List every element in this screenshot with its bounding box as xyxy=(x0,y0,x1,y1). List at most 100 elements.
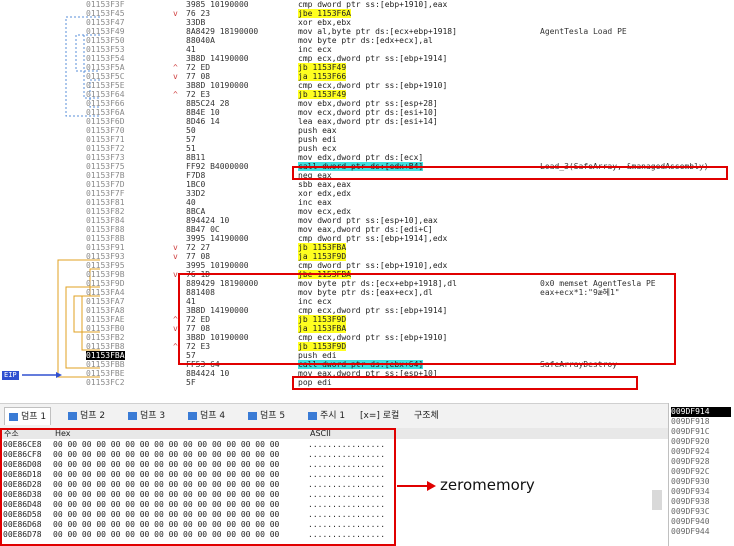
disasm-row[interactable]: 01153F91 v 72 27 jb 1153FBA xyxy=(0,243,734,252)
tab-7[interactable]: [x=] 로컬 xyxy=(356,407,403,425)
instruction-bytes: 33DB xyxy=(186,18,206,27)
disasm-row[interactable]: 01153F88 8B47 0C mov eax,dword ptr ds:[edi… xyxy=(0,225,734,234)
stack-address[interactable]: 009DF938 xyxy=(671,497,731,507)
disasm-row[interactable]: 01153F50 88040A mov byte ptr ds:[edx+ecx],… xyxy=(0,36,734,45)
instruction-bytes: 8D46 14 xyxy=(186,117,220,126)
stack-address[interactable]: 009DF928 xyxy=(671,457,731,467)
stack-address[interactable]: 009DF924 xyxy=(671,447,731,457)
instruction-comment: AgentTesla Load PE xyxy=(540,27,627,36)
tab-8[interactable]: 구조체 xyxy=(410,407,443,425)
disasm-row[interactable]: 01153F7D 1BC0 sbb eax,eax xyxy=(0,180,734,189)
tab-1[interactable]: 덤프 1 xyxy=(4,407,52,425)
stack-address[interactable]: 009DF930 xyxy=(671,477,731,487)
instruction-bytes: FF92 B4000000 xyxy=(186,162,249,171)
jump-direction-icon: v xyxy=(173,72,178,81)
instruction-address: 01153F50 xyxy=(86,36,125,45)
instruction-address: 01153F84 xyxy=(86,216,125,225)
stack-address[interactable]: 009DF914 xyxy=(671,407,731,417)
disasm-row[interactable]: 01153F71 57 push edi xyxy=(0,135,734,144)
instruction-text: mov dword ptr ss:[esp+10],eax xyxy=(298,216,438,225)
disasm-row[interactable]: 01153F95 3995 10190000 cmp dword ptr ss:[e… xyxy=(0,261,734,270)
stack-address[interactable]: 009DF92C xyxy=(671,467,731,477)
stack-address[interactable]: 009DF93C xyxy=(671,507,731,517)
disasm-row[interactable]: 01153F5C v 77 08 ja 1153F66 xyxy=(0,72,734,81)
disasm-row[interactable]: 01153F82 8BCA mov ecx,edx xyxy=(0,207,734,216)
disasm-row[interactable]: 01153F6D 8D46 14 lea eax,dword ptr ds:[esi… xyxy=(0,117,734,126)
instruction-bytes: F7D8 xyxy=(186,171,206,180)
disasm-row[interactable]: 01153F47 33DB xor ebx,ebx xyxy=(0,18,734,27)
instruction-address: 01153FA4 xyxy=(86,288,125,297)
disasm-row[interactable]: 01153F49 8A8429 18190000 mov al,byte ptr d… xyxy=(0,27,734,36)
instruction-bytes: 8B4E 10 xyxy=(186,108,220,117)
instruction-text: jb 1153F49 xyxy=(298,63,347,72)
instruction-address: 01153F70 xyxy=(86,126,125,135)
stack-address[interactable]: 009DF91C xyxy=(671,427,731,437)
instruction-text: mov edx,dword ptr ds:[ecx] xyxy=(298,153,424,162)
stack-address[interactable]: 009DF944 xyxy=(671,527,731,537)
instruction-bytes: 33D2 xyxy=(186,189,206,198)
stack-address[interactable]: 009DF920 xyxy=(671,437,731,447)
disasm-row[interactable]: 01153F5E 3B8D 10190000 cmp ecx,dword ptr s… xyxy=(0,81,734,90)
disasm-row[interactable]: 01153F81 40 inc eax xyxy=(0,198,734,207)
tab-2[interactable]: 덤프 2 xyxy=(64,407,109,425)
instruction-address: 01153F66 xyxy=(86,99,125,108)
jump-direction-icon: ^ xyxy=(173,63,178,72)
stack-address[interactable]: 009DF934 xyxy=(671,487,731,497)
dump-scrollbar-thumb[interactable] xyxy=(652,490,662,510)
instruction-bytes: 8B5C24 28 xyxy=(186,99,230,108)
instruction-address: 01153F5C xyxy=(86,72,125,81)
tab-5[interactable]: 덤프 5 xyxy=(244,407,289,425)
disasm-row[interactable]: 01153F5A ^ 72 ED jb 1153F49 xyxy=(0,63,734,72)
instruction-address: 01153F6D xyxy=(86,117,125,126)
stack-panel[interactable]: 009DF914 009DF918 009DF91C 009DF920 009DF924… xyxy=(668,403,734,546)
disasm-row[interactable]: 01153F73 8B11 mov edx,dword ptr ds:[ecx] xyxy=(0,153,734,162)
disasm-row[interactable]: 01153F66 8B5C24 28 mov ebx,dword ptr ss:[e… xyxy=(0,99,734,108)
instruction-bytes: 51 xyxy=(186,144,196,153)
instruction-address: 01153F5A xyxy=(86,63,125,72)
instruction-address: 01153F81 xyxy=(86,198,125,207)
instruction-bytes: 41 xyxy=(186,45,196,54)
instruction-address: 01153F5E xyxy=(86,81,125,90)
instruction-text: mov ecx,edx xyxy=(298,207,351,216)
stack-address[interactable]: 009DF918 xyxy=(671,417,731,427)
disasm-row[interactable]: 01153F7F 33D2 xor edx,edx xyxy=(0,189,734,198)
instruction-text: cmp dword ptr ss:[ebp+1914],edx xyxy=(298,234,448,243)
eip-marker: EIP xyxy=(2,371,19,380)
arrow-right-icon xyxy=(397,481,436,491)
instruction-bytes: 8B4424 10 xyxy=(186,369,230,378)
instruction-address: 01153F7B xyxy=(86,171,125,180)
stack-address[interactable]: 009DF940 xyxy=(671,517,731,527)
tab-3[interactable]: 덤프 3 xyxy=(124,407,169,425)
instruction-address: 01153F95 xyxy=(86,261,125,270)
disasm-row[interactable]: 01153F54 3B8D 14190000 cmp ecx,dword ptr s… xyxy=(0,54,734,63)
annotation-box-safearraydestroy xyxy=(292,376,638,390)
instruction-address: 01153F73 xyxy=(86,153,125,162)
tab-6[interactable]: 주시 1 xyxy=(304,407,349,425)
instruction-bytes: 3985 10190000 xyxy=(186,0,249,9)
instruction-text: xor edx,edx xyxy=(298,189,351,198)
disasm-row[interactable]: 01153F84 894424 10 mov dword ptr ss:[esp+1… xyxy=(0,216,734,225)
disassembly-view[interactable]: 01153F3F 3985 10190000 cmp dword ptr ss:[e… xyxy=(0,0,734,400)
instruction-bytes: 88040A xyxy=(186,36,215,45)
disasm-row[interactable]: 01153F93 v 77 08 ja 1153F9D xyxy=(0,252,734,261)
instruction-bytes: 40 xyxy=(186,198,196,207)
disasm-row[interactable]: 01153F70 50 push eax xyxy=(0,126,734,135)
instruction-bytes: 3995 10190000 xyxy=(186,261,249,270)
hex-dump-panel[interactable]: 주소 Hex ASCII 00E86CE8 00 00 00 00 00 00 0… xyxy=(0,428,668,546)
disasm-row[interactable]: 01153F8B 3995 14190000 cmp dword ptr ss:[e… xyxy=(0,234,734,243)
instruction-address: 01153FA7 xyxy=(86,297,125,306)
disasm-row[interactable]: 01153F45 v 76 23 jbe 1153F6A xyxy=(0,9,734,18)
disasm-row[interactable]: 01153F6A 8B4E 10 mov ecx,dword ptr ds:[esi… xyxy=(0,108,734,117)
disasm-row[interactable]: 01153F72 51 push ecx xyxy=(0,144,734,153)
disasm-row[interactable]: 01153F64 ^ 72 E3 jb 1153F49 xyxy=(0,90,734,99)
disasm-row[interactable]: 01153F53 41 inc ecx xyxy=(0,45,734,54)
tab-icon xyxy=(128,411,137,420)
annotation-box-load-call xyxy=(292,166,728,180)
jump-direction-icon: v xyxy=(173,243,178,252)
instruction-address: 01153F9D xyxy=(86,279,125,288)
instruction-text: mov eax,dword ptr ds:[edi+C] xyxy=(298,225,433,234)
tab-4[interactable]: 덤프 4 xyxy=(184,407,229,425)
disasm-row[interactable]: 01153F3F 3985 10190000 cmp dword ptr ss:[e… xyxy=(0,0,734,9)
tab-label: 덤프 2 xyxy=(80,411,106,421)
instruction-address: 01153F7D xyxy=(86,180,125,189)
